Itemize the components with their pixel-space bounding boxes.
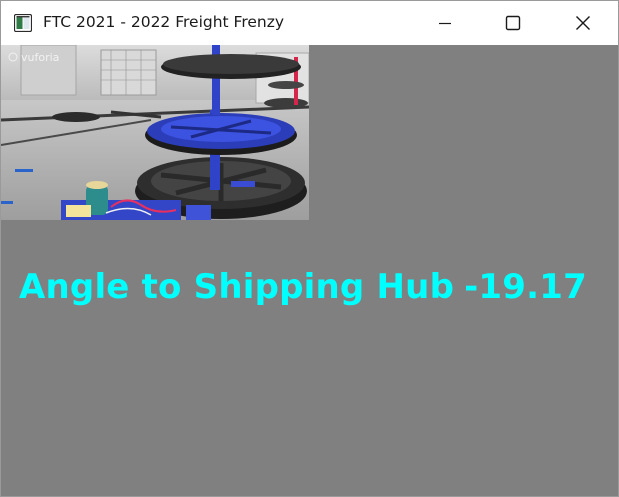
app-window: FTC 2021 - 2022 Freight Frenzy vuforia A… <box>0 0 619 497</box>
telemetry-value: -19.17 <box>464 267 587 307</box>
telemetry-readout: Angle to Shipping Hub -19.17 <box>19 267 597 307</box>
close-icon <box>576 16 590 30</box>
telemetry-label: Angle to Shipping Hub <box>19 267 455 307</box>
maximize-icon <box>505 15 521 31</box>
minimize-icon <box>439 22 451 25</box>
client-area: vuforia Angle to Shipping Hub -19.17 <box>1 45 618 496</box>
close-button[interactable] <box>560 1 606 45</box>
vuforia-watermark: vuforia <box>21 51 59 64</box>
title-bar[interactable]: FTC 2021 - 2022 Freight Frenzy <box>1 1 618 45</box>
camera-feed-image: vuforia <box>1 45 309 220</box>
window-title: FTC 2021 - 2022 Freight Frenzy <box>43 13 285 31</box>
camera-feed: vuforia <box>1 45 309 220</box>
minimize-button[interactable] <box>422 1 468 45</box>
app-window-icon <box>14 14 32 32</box>
maximize-button[interactable] <box>490 1 536 45</box>
